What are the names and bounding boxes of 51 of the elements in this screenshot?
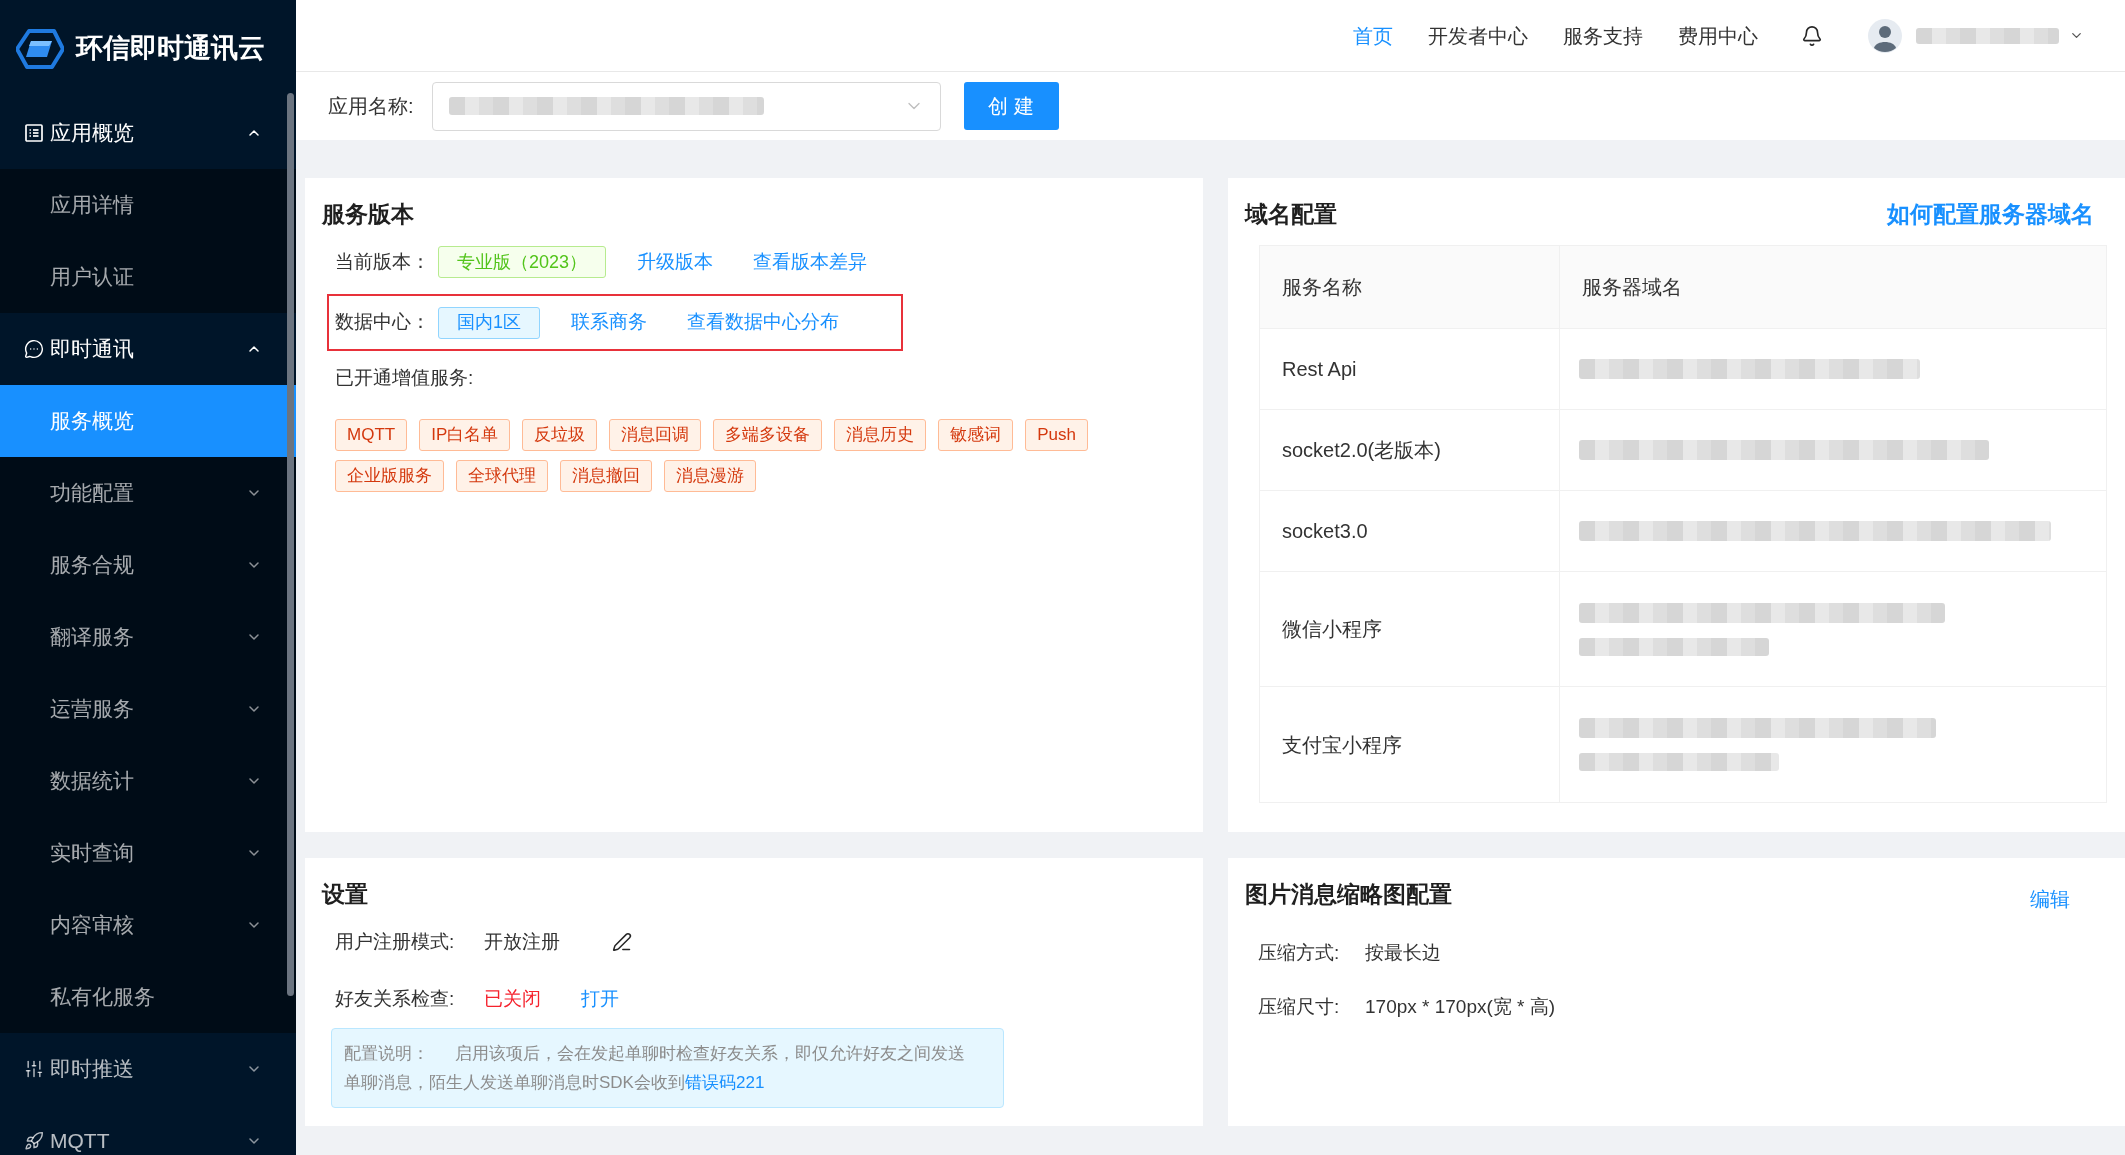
field-value: 170px * 170px(宽 * 高) [1365,994,1556,1019]
service-tag: 多端多设备 [713,419,823,451]
scrollbar-thumb[interactable] [287,93,294,996]
service-tag: 反垃圾 [522,419,598,451]
service-tag: IP白名单 [419,419,511,451]
nav-link[interactable]: 开发者中心 [1428,20,1528,51]
section-title: 域名配置 [1245,199,1337,229]
chat-icon [24,339,44,359]
service-tag: 消息历史 [834,419,927,451]
field-label: 好友关系检查: [335,986,456,1011]
field-label: 已开通增值服务: [335,366,474,390]
nav-link[interactable]: 服务支持 [1563,20,1643,51]
service-tag: 全球代理 [456,460,548,492]
field-value: 按最长边 [1365,940,1441,965]
logo-text: 环信即时通讯云 [76,32,265,66]
region-tag: 国内1区 [438,306,540,339]
section-title: 设置 [322,880,368,909]
field-label: 压缩尺寸: [1258,994,1341,1019]
column-header: 服务名称 [1282,275,1362,300]
table-cell-text: 支付宝小程序 [1282,732,1402,758]
field-label: 压缩方式: [1258,940,1341,965]
rocket-icon [24,1131,44,1151]
column-header: 服务器域名 [1582,275,1682,300]
service-tag: 企业版服务 [335,460,444,492]
config-note: 配置说明： 启用该项后，会在发起单聊时检查好友关系，即仅允许好友之间发送单聊消息，陌生人发送单聊消息时SDK会收到错误码221 [331,1028,1004,1108]
sliders-icon [24,1059,44,1079]
field-label: 当前版本： [335,249,430,274]
table-cell-text: Rest Api [1282,357,1357,382]
field-label: 应用名称: [328,94,414,119]
table-cell-text: socket3.0 [1282,519,1368,544]
status-text: 已关闭 [484,986,541,1011]
avatar-icon[interactable] [1868,18,1902,53]
list-icon [24,123,44,143]
version-tag: 专业版（2023） [438,246,607,278]
edit-icon[interactable] [612,932,632,952]
logo-icon [16,28,64,69]
table-cell-text: socket2.0(老版本) [1282,438,1441,463]
field-value: 开放注册 [484,929,560,954]
bell-icon[interactable] [1801,24,1823,47]
service-tag: MQTT [335,419,408,451]
table-cell-text: 微信小程序 [1282,617,1382,642]
section-title: 服务版本 [322,200,414,229]
service-tag: Push [1025,419,1088,451]
field-label: 数据中心： [335,310,430,335]
nav-link[interactable]: 费用中心 [1678,20,1758,51]
section-title: 图片消息缩略图配置 [1245,879,1452,909]
service-tag: 消息回调 [609,419,702,451]
service-tag: 消息撤回 [560,460,652,492]
field-label: 用户注册模式: [335,929,456,954]
service-tag: 消息漫游 [664,460,756,492]
service-tag: 敏感词 [938,419,1014,451]
